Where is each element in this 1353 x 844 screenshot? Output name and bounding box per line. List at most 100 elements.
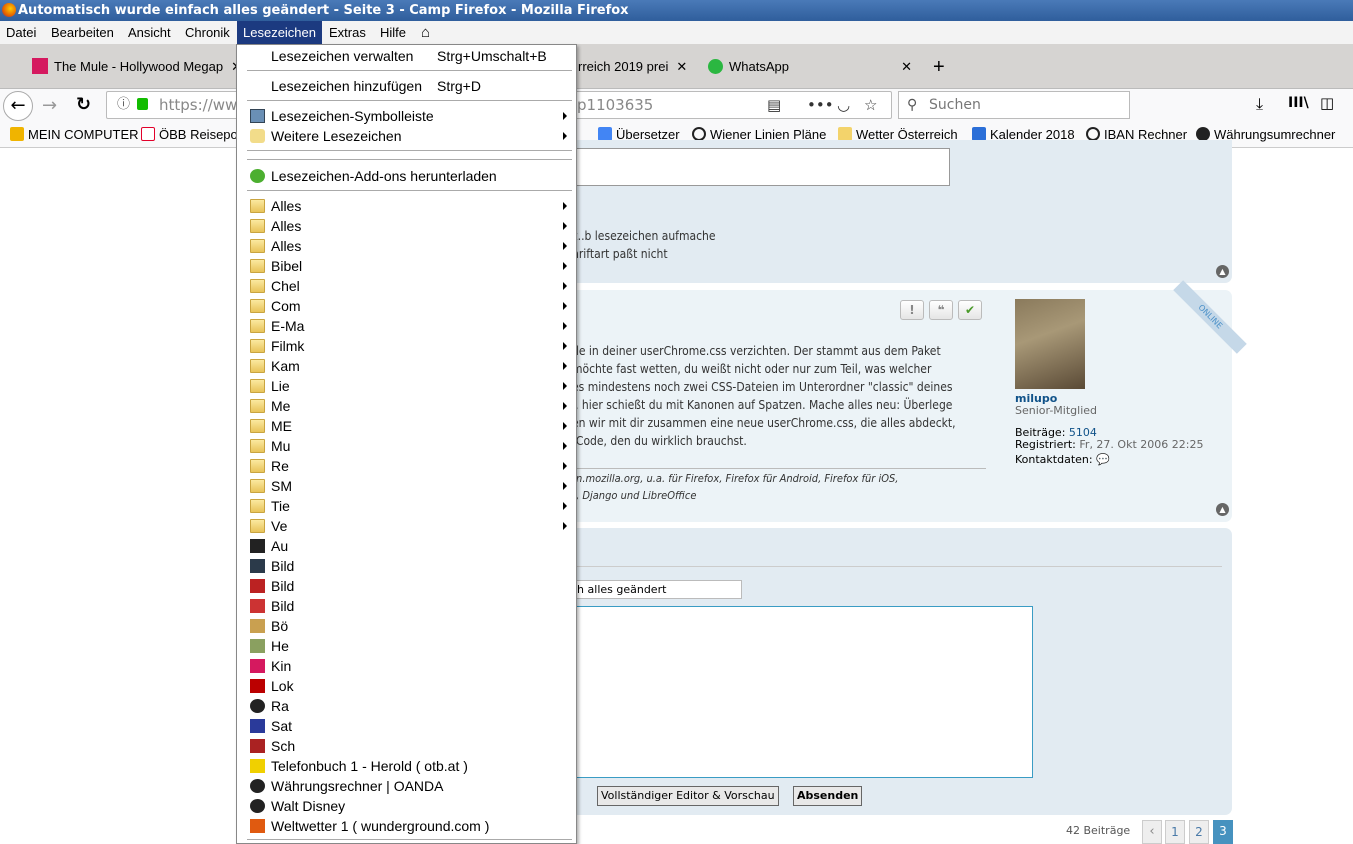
submenu-arrow-icon <box>563 422 567 430</box>
bookmark-folder[interactable]: Kam <box>237 356 576 376</box>
info-icon[interactable]: ⓘ <box>117 92 130 118</box>
contact-bubble-icon[interactable]: 💬 <box>1096 453 1110 466</box>
code-box <box>560 148 950 186</box>
report-button[interactable]: ! <box>900 300 924 320</box>
folder-icon <box>10 127 24 141</box>
folder-icon <box>250 479 265 493</box>
page-actions-icon[interactable]: ••• <box>807 92 834 118</box>
tab-oesterreich[interactable]: rreich 2019 prei ✕ <box>578 56 687 78</box>
bookmark-link[interactable]: Bild <box>237 556 576 576</box>
close-tab-icon[interactable]: ✕ <box>676 59 687 74</box>
previous-page-button[interactable]: ‹ <box>1142 820 1162 844</box>
bookmark-folder[interactable]: ME <box>237 416 576 436</box>
page-1-button[interactable]: 1 <box>1165 820 1185 844</box>
close-tab-icon[interactable]: ✕ <box>901 56 912 78</box>
back-button[interactable]: ← <box>3 91 33 121</box>
bookmark-link[interactable]: Bild <box>237 576 576 596</box>
bookmark-link[interactable]: Bild <box>237 596 576 616</box>
page-2-button[interactable]: 2 <box>1189 820 1209 844</box>
link-label: Kin <box>271 658 292 674</box>
calendar-arrow-icon <box>972 127 986 141</box>
bookmark-folder[interactable]: Alles <box>237 216 576 236</box>
menu-extras[interactable]: Extras <box>323 21 372 44</box>
site-favicon-icon <box>250 779 265 793</box>
bookmark-link[interactable]: Lok <box>237 676 576 696</box>
folder-label: Mu <box>271 438 291 454</box>
bookmark-link[interactable]: Weltwetter 1 ( wunderground.com ) <box>237 816 576 836</box>
menu-item-bookmarks-toolbar[interactable]: Lesezeichen-Symbolleiste <box>237 106 576 126</box>
bookmark-folder[interactable]: SM <box>237 476 576 496</box>
lock-icon <box>137 98 148 110</box>
folder-label: SM <box>271 478 292 494</box>
bookmark-folder[interactable]: Filmk <box>237 336 576 356</box>
bookmark-link[interactable]: Telefonbuch 1 - Herold ( otb.at ) <box>237 756 576 776</box>
tab-whatsapp[interactable]: WhatsApp ✕ <box>708 56 918 78</box>
bookmark-link[interactable]: He <box>237 636 576 656</box>
bookmark-folder[interactable]: Re <box>237 456 576 476</box>
bookmark-folder[interactable]: Chel <box>237 276 576 296</box>
full-editor-button[interactable]: Vollständiger Editor & Vorschau <box>597 786 779 806</box>
link-label: Lok <box>271 678 294 694</box>
search-input[interactable]: ⚲ Suchen <box>898 91 1130 119</box>
sidebar-icon[interactable]: ◫ <box>1320 94 1334 112</box>
submenu-arrow-icon <box>563 262 567 270</box>
site-favicon-icon <box>250 599 265 613</box>
menu-chronik[interactable]: Chronik <box>179 21 236 44</box>
menu-hilfe[interactable]: Hilfe <box>374 21 412 44</box>
bookmark-link[interactable]: Bö <box>237 616 576 636</box>
submenu-arrow-icon <box>563 242 567 250</box>
bookmark-oebb[interactable]: ÖBB Reisepor <box>141 126 242 144</box>
bookmarks-menu: Lesezeichen verwalten Strg+Umschalt+B Les… <box>236 44 577 844</box>
bookmark-folder[interactable]: Alles <box>237 196 576 216</box>
new-tab-button[interactable]: + <box>933 56 945 78</box>
subject-input[interactable]: ch alles geändert <box>560 580 742 599</box>
bookmark-link[interactable]: Währungsrechner | OANDA <box>237 776 576 796</box>
bookmark-folder[interactable]: Me <box>237 396 576 416</box>
bookmark-folder[interactable]: Com <box>237 296 576 316</box>
menu-datei[interactable]: Datei <box>0 21 42 44</box>
tab-the-mule[interactable]: The Mule - Hollywood Megap✕ <box>32 56 242 78</box>
bookmark-folder[interactable]: Bibel <box>237 256 576 276</box>
whatsapp-icon <box>708 59 723 74</box>
menu-ansicht[interactable]: Ansicht <box>122 21 177 44</box>
bookmark-folder[interactable]: Ve <box>237 516 576 536</box>
reload-button[interactable]: ↻ <box>76 94 91 115</box>
menu-bearbeiten[interactable]: Bearbeiten <box>45 21 120 44</box>
signature-divider <box>560 468 986 469</box>
submit-button[interactable]: Absenden <box>793 786 863 806</box>
pocket-icon[interactable]: ◡ <box>837 92 850 118</box>
message-textarea[interactable] <box>560 606 1033 778</box>
bookmark-folder[interactable]: Mu <box>237 436 576 456</box>
forward-button[interactable]: → <box>42 95 57 116</box>
submenu-arrow-icon <box>563 502 567 510</box>
menu-item-add-bookmark[interactable]: Lesezeichen hinzufügen Strg+D <box>237 76 576 96</box>
menu-item-other-bookmarks[interactable]: Weitere Lesezeichen <box>237 126 576 146</box>
menu-item-get-bookmark-addons[interactable]: Lesezeichen-Add-ons herunterladen <box>237 166 576 186</box>
home-icon[interactable]: ⌂ <box>415 21 436 44</box>
page-3-button[interactable]: 3 <box>1213 820 1233 844</box>
bookmark-folder[interactable]: Tie <box>237 496 576 516</box>
bookmark-link[interactable]: Ra <box>237 696 576 716</box>
bookmark-folder[interactable]: Lie <box>237 376 576 396</box>
reader-view-icon[interactable]: ▤ <box>767 92 781 118</box>
bookmark-link[interactable]: Kin <box>237 656 576 676</box>
bookmark-link[interactable]: Sch <box>237 736 576 756</box>
quote-button[interactable]: ❝ <box>929 300 953 320</box>
bookmark-folder[interactable]: Alles <box>237 236 576 256</box>
bookmark-mein-computer[interactable]: MEIN COMPUTER <box>10 126 139 144</box>
accept-button[interactable]: ✔ <box>958 300 982 320</box>
bookmark-link[interactable]: Sat <box>237 716 576 736</box>
bookmark-star-icon[interactable]: ☆ <box>864 92 877 118</box>
downloads-icon[interactable]: ⤓ <box>1256 94 1263 114</box>
avatar[interactable] <box>1015 299 1085 389</box>
bookmark-link[interactable]: Au <box>237 536 576 556</box>
back-to-top-icon[interactable]: ▲ <box>1216 265 1229 278</box>
library-icon[interactable]: III\ <box>1288 95 1309 111</box>
back-to-top-icon[interactable]: ▲ <box>1216 503 1229 516</box>
search-placeholder: Suchen <box>929 97 981 113</box>
bookmark-link[interactable]: Walt Disney <box>237 796 576 816</box>
tab-bar: The Mule - Hollywood Megap✕ rreich 2019 … <box>0 44 1353 88</box>
menu-lesezeichen[interactable]: Lesezeichen <box>237 21 322 44</box>
menu-item-manage-bookmarks[interactable]: Lesezeichen verwalten Strg+Umschalt+B <box>237 46 576 66</box>
bookmark-folder[interactable]: E-Ma <box>237 316 576 336</box>
